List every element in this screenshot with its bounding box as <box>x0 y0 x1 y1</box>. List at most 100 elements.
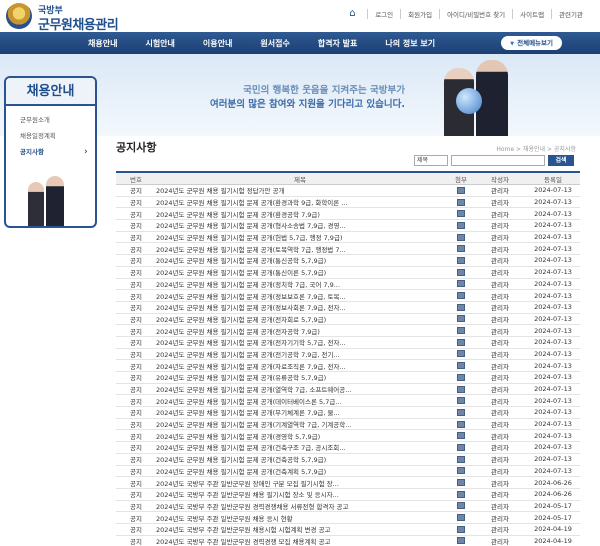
file-attachment-icon[interactable] <box>457 327 465 335</box>
table-row[interactable]: 공지 2024년도 군무원 채용 필기시험 문제 공개(건축계획 5,7,9급) 관… <box>116 466 580 478</box>
row-title-link[interactable]: 2024년도 군무원 채용 필기시험 문제 공개(헌법 5,7급, 행정 7,9… <box>156 232 448 242</box>
file-attachment-icon[interactable] <box>457 443 465 451</box>
file-attachment-icon[interactable] <box>457 490 465 498</box>
file-attachment-icon[interactable] <box>457 245 465 253</box>
table-row[interactable]: 공지 2024년도 군무원 채용 필기시험 문제 공개(환경과학 9급, 화학이론… <box>116 197 580 209</box>
nav-item-application[interactable]: 원서접수 <box>246 38 303 49</box>
table-row[interactable]: 공지 2024년도 국방부 주관 일반군무원 채용시험 시험계획 변경 공고 관리자… <box>116 524 580 536</box>
nav-item-exam-info[interactable]: 시험안내 <box>131 38 188 49</box>
row-title-link[interactable]: 2024년도 군무원 채용 필기시험 문제 공개(정보사회론 7,9급, 전자.… <box>156 302 448 312</box>
table-row[interactable]: 공지 2024년도 군무원 채용 필기시험 문제 공개(전자회로 5,7,9급) 관… <box>116 314 580 326</box>
table-row[interactable]: 공지 2024년도 군무원 채용 필기시험 문제 공개(통신이론 5,7,9급) 관… <box>116 267 580 279</box>
row-title-link[interactable]: 2024년도 군무원 채용 필기시험 문제 공개(전자회로 5,7,9급) <box>156 314 448 324</box>
site-logo[interactable]: 국방부 군무원채용관리 <box>6 3 156 33</box>
table-row[interactable]: 공지 2024년도 국방부 주관 일반군무원 경력경쟁채용 서류전형 합격자 공고… <box>116 501 580 513</box>
table-row[interactable]: 공지 2024년도 국방부 주관 일반군무원 채용 필기시험 장소 및 응시자..… <box>116 489 580 501</box>
row-title-link[interactable]: 2024년도 군무원 채용 필기시험 문제 공개(형사소송법 7,9급, 경영.… <box>156 220 448 230</box>
row-title-link[interactable]: 2024년도 군무원 채용 필기시험 문제 공개(기계열역학 7급, 기계공학.… <box>156 419 448 429</box>
file-attachment-icon[interactable] <box>457 315 465 323</box>
file-attachment-icon[interactable] <box>457 467 465 475</box>
file-attachment-icon[interactable] <box>457 210 465 218</box>
row-title-link[interactable]: 2024년도 국방부 주관 일반군무원 경력경쟁 모집 채용계획 공고 <box>156 536 448 546</box>
table-row[interactable]: 공지 2024년도 국방부 주관 일반군무원 경력경쟁 모집 채용계획 공고 관리자… <box>116 536 580 546</box>
table-row[interactable]: 공지 2024년도 군무원 채용 필기시험 문제 공개(정보사회론 7,9급, 전… <box>116 302 580 314</box>
row-title-link[interactable]: 2024년도 군무원 채용 필기시험 문제 공개(환경과학 9급, 화학이론 .… <box>156 197 448 207</box>
row-title-link[interactable]: 2024년도 국방부 주관 일반군무원 채용 응시 현황 <box>156 513 448 523</box>
table-row[interactable]: 공지 2024년도 군무원 채용 필기시험 문제 공개(통신공학 5,7,9급) 관… <box>116 255 580 267</box>
table-row[interactable]: 공지 2024년도 군무원 채용 필기시험 문제 공개(열역학 7급, 소프트웨어… <box>116 384 580 396</box>
row-title-link[interactable]: 2024년도 군무원 채용 필기시험 문제 공개(열역학 7급, 소프트웨어공.… <box>156 384 448 394</box>
file-attachment-icon[interactable] <box>457 525 465 533</box>
file-attachment-icon[interactable] <box>457 233 465 241</box>
table-row[interactable]: 공지 2024년도 국방부 주관 일반군무원 채용 응시 현황 관리자 2024-05… <box>116 512 580 524</box>
file-attachment-icon[interactable] <box>457 432 465 440</box>
row-title-link[interactable]: 2024년도 국방부 주관 일반군무원 경력경쟁채용 서류전형 합격자 공고 <box>156 501 448 511</box>
table-row[interactable]: 공지 2024년도 군무원 채용 필기시험 문제 공개(환경공학 7,9급) 관리자… <box>116 208 580 221</box>
row-title-link[interactable]: 2024년도 군무원 채용 필기시험 문제 공개(무기체계론 7,9급, 물..… <box>156 407 448 417</box>
table-row[interactable]: 공지 2024년도 군무원 채용 필기시험 문제 공개(정보보호론 7,9급, 토… <box>116 290 580 302</box>
file-attachment-icon[interactable] <box>457 338 465 346</box>
util-link-find-account[interactable]: 아이디/비밀번호 찾기 <box>439 9 512 19</box>
row-title-link[interactable]: 2024년도 군무원 채용 필기시험 문제 공개(환경공학 7,9급) <box>156 209 448 219</box>
row-title-link[interactable]: 2024년도 군무원 채용 필기시험 문제 공개(데이터베이스론 5,7급... <box>156 396 448 406</box>
nav-item-results[interactable]: 합격자 발표 <box>304 38 372 49</box>
file-attachment-icon[interactable] <box>457 292 465 300</box>
row-title-link[interactable]: 2024년도 군무원 채용 필기시험 문제 공개(유류공학 5,7,9급) <box>156 372 448 382</box>
file-attachment-icon[interactable] <box>457 198 465 206</box>
search-field-select[interactable]: 제목 <box>414 155 448 166</box>
row-title-link[interactable]: 2024년도 군무원 채용 필기시험 문제 공개(건축공학 5,7,9급) <box>156 454 448 464</box>
row-title-link[interactable]: 2024년도 군무원 채용 필기시험 문제 공개(통신공학 5,7,9급) <box>156 255 448 265</box>
util-link-signup[interactable]: 회원가입 <box>400 9 439 19</box>
row-title-link[interactable]: 2024년도 군무원 채용 필기시험 문제 공개(건축구조 7급, 공시조회..… <box>156 442 448 452</box>
file-attachment-icon[interactable] <box>457 362 465 370</box>
row-title-link[interactable]: 2024년도 군무원 채용 필기시험 문제 공개(정보보호론 7,9급, 토목.… <box>156 291 448 301</box>
row-title-link[interactable]: 2024년도 군무원 채용 필기시험 문제 공개(통신이론 5,7,9급) <box>156 267 448 277</box>
row-title-link[interactable]: 2024년도 군무원 채용 필기시험 정답가안 공개 <box>156 185 448 195</box>
table-row[interactable]: 공지 2024년도 군무원 채용 필기시험 문제 공개(기계열역학 7급, 기계공… <box>116 419 580 431</box>
all-menu-button[interactable]: 전체메뉴보기 <box>501 36 562 50</box>
file-attachment-icon[interactable] <box>457 268 465 276</box>
row-title-link[interactable]: 2024년도 군무원 채용 필기시험 문제 공개(전기공학 7,9급, 전기..… <box>156 349 448 359</box>
util-link-login[interactable]: 로그인 <box>367 9 400 19</box>
nav-item-usage-info[interactable]: 이용안내 <box>189 38 246 49</box>
row-title-link[interactable]: 2024년도 군무원 채용 필기시험 문제 공개(자료조직론 7,9급, 전자.… <box>156 361 448 371</box>
file-attachment-icon[interactable] <box>457 186 465 194</box>
table-row[interactable]: 공지 2024년도 국방부 주관 일반군무원 장애인 구분 모집 필기시험 장..… <box>116 477 580 489</box>
table-row[interactable]: 공지 2024년도 군무원 채용 필기시험 문제 공개(건축공학 5,7,9급) 관… <box>116 454 580 466</box>
table-row[interactable]: 공지 2024년도 군무원 채용 필기시험 문제 공개(토목역학 7급, 행정법 … <box>116 243 580 256</box>
file-attachment-icon[interactable] <box>457 256 465 264</box>
file-attachment-icon[interactable] <box>457 373 465 381</box>
search-button[interactable]: 검색 <box>548 155 574 166</box>
row-title-link[interactable]: 2024년도 국방부 주관 일반군무원 장애인 구분 모집 필기시험 장... <box>156 478 448 488</box>
nav-item-recruit-info[interactable]: 채용안내 <box>74 38 131 49</box>
row-title-link[interactable]: 2024년도 군무원 채용 필기시험 문제 공개(전자기기학 5,7급, 전자.… <box>156 337 448 347</box>
row-title-link[interactable]: 2024년도 군무원 채용 필기시험 문제 공개(경영학 5,7,9급) <box>156 431 448 441</box>
row-title-link[interactable]: 2024년도 국방부 주관 일반군무원 채용시험 시험계획 변경 공고 <box>156 524 448 534</box>
file-attachment-icon[interactable] <box>457 537 465 545</box>
sidebar-item-schedule[interactable]: 채용일정계획 <box>20 128 95 144</box>
table-row[interactable]: 공지 2024년도 군무원 채용 필기시험 문제 공개(전자공학 7,9급) 관리자… <box>116 325 580 337</box>
nav-item-my-info[interactable]: 나의 정보 보기 <box>371 38 449 49</box>
table-row[interactable]: 공지 2024년도 군무원 채용 필기시험 문제 공개(정치학 7급, 국어 7,… <box>116 279 580 291</box>
table-row[interactable]: 공지 2024년도 군무원 채용 필기시험 문제 공개(건축구조 7급, 공시조회… <box>116 442 580 454</box>
file-attachment-icon[interactable] <box>457 408 465 416</box>
file-attachment-icon[interactable] <box>457 502 465 510</box>
file-attachment-icon[interactable] <box>457 280 465 288</box>
sidebar-item-about[interactable]: 군무원소개 <box>20 112 95 128</box>
table-row[interactable]: 공지 2024년도 군무원 채용 필기시험 문제 공개(경영학 5,7,9급) 관리… <box>116 430 580 443</box>
table-row[interactable]: 공지 2024년도 군무원 채용 필기시험 문제 공개(무기체계론 7,9급, 물… <box>116 407 580 419</box>
table-row[interactable]: 공지 2024년도 군무원 채용 필기시험 정답가안 공개 관리자 2024-07-1… <box>116 185 580 197</box>
util-link-related[interactable]: 관련기관 <box>551 9 590 19</box>
home-icon[interactable]: ⌂ <box>349 9 361 19</box>
table-row[interactable]: 공지 2024년도 군무원 채용 필기시험 문제 공개(데이터베이스론 5,7급.… <box>116 395 580 408</box>
file-attachment-icon[interactable] <box>457 303 465 311</box>
search-input[interactable] <box>451 155 545 166</box>
file-attachment-icon[interactable] <box>457 514 465 522</box>
table-row[interactable]: 공지 2024년도 군무원 채용 필기시험 문제 공개(전자기기학 5,7급, 전… <box>116 337 580 349</box>
file-attachment-icon[interactable] <box>457 350 465 358</box>
file-attachment-icon[interactable] <box>457 221 465 229</box>
row-title-link[interactable]: 2024년도 군무원 채용 필기시험 문제 공개(전자공학 7,9급) <box>156 326 448 336</box>
table-row[interactable]: 공지 2024년도 군무원 채용 필기시험 문제 공개(형사소송법 7,9급, 경… <box>116 220 580 232</box>
table-row[interactable]: 공지 2024년도 군무원 채용 필기시험 문제 공개(전기공학 7,9급, 전기… <box>116 349 580 361</box>
file-attachment-icon[interactable] <box>457 455 465 463</box>
